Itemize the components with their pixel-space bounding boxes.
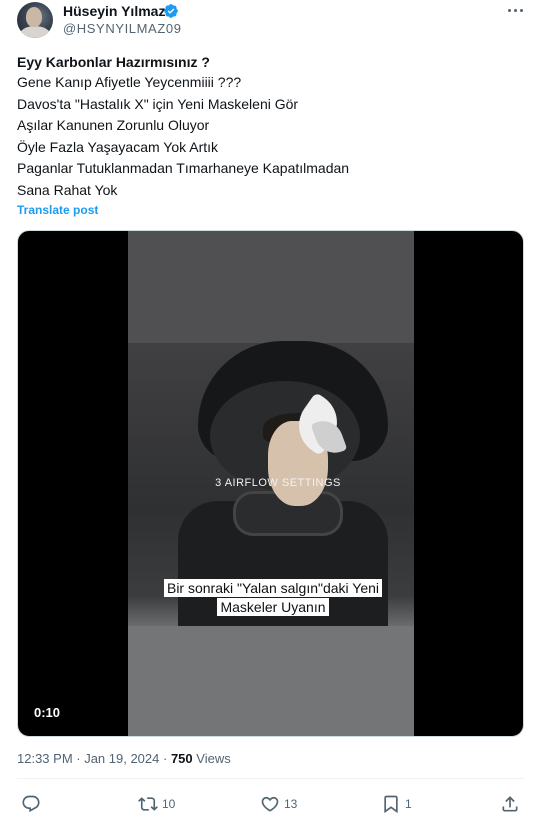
tweet-header: Hüseyin Yılmaz @HSYNYILMAZ09	[0, 0, 541, 44]
tweet-line: Öyle Fazla Yaşayacam Yok Artık	[17, 138, 219, 155]
video-caption: Bir sonraki "Yalan salgın"daki Yeni Mask…	[163, 579, 383, 617]
views-count: 750	[170, 751, 193, 766]
reply-button[interactable]	[21, 793, 45, 815]
like-button[interactable]: 13	[260, 793, 297, 815]
action-bar: 10 13 1	[0, 793, 541, 817]
heart-icon	[261, 796, 279, 812]
video-overlay-text: 3 AIRFLOW SETTINGS	[215, 477, 341, 489]
tweet-line: Gene Kanıp Afiyetle Yeycenmiiii ???	[17, 74, 242, 90]
bookmark-count: 1	[405, 797, 412, 811]
repost-button[interactable]: 10	[138, 793, 175, 815]
verified-badge-icon	[164, 4, 178, 18]
divider	[17, 778, 524, 779]
repost-icon	[138, 797, 158, 811]
tweet-meta: 12:33 PM · Jan 19, 2024 · 750 Views	[17, 751, 231, 766]
tweet-line: Sana Rahat Yok	[17, 181, 118, 198]
tweet-line: Paganlar Tutuklanmadan Tımarhaneye Kapat…	[17, 160, 350, 177]
views-label: Views	[196, 751, 231, 766]
video-caption-line: Maskeler Uyanın	[217, 598, 329, 616]
more-options-icon[interactable]	[505, 3, 525, 19]
repost-count: 10	[162, 797, 176, 811]
bookmark-icon	[384, 795, 398, 814]
tweet-timestamp[interactable]: 12:33 PM · Jan 19, 2024 ·	[17, 751, 167, 766]
tweet-text: Eyy Karbonlar Hazırmısınız ? Gene Kanıp …	[17, 52, 527, 202]
share-icon	[502, 796, 518, 812]
tweet-line: Aşılar Kanunen Zorunlu Oluyor	[17, 117, 210, 134]
like-count: 13	[284, 797, 298, 811]
reply-icon	[22, 795, 40, 813]
author-handle[interactable]: @HSYNYILMAZ09	[63, 21, 182, 37]
author-avatar[interactable]	[17, 2, 53, 38]
video-caption-line: Bir sonraki "Yalan salgın"daki Yeni	[163, 579, 383, 597]
video-frame: 3 AIRFLOW SETTINGS Bir sonraki "Yalan sa…	[128, 231, 414, 736]
video-duration-badge: 0:10	[28, 703, 67, 722]
author-name[interactable]: Hüseyin Yılmaz	[63, 3, 165, 20]
tweet-title: Eyy Karbonlar Hazırmısınız ?	[17, 54, 210, 70]
translate-post-link[interactable]: Translate post	[17, 203, 98, 217]
tweet-line: Davos'ta "Hastalık X" için Yeni Maskelen…	[17, 95, 299, 112]
video-player[interactable]: 3 AIRFLOW SETTINGS Bir sonraki "Yalan sa…	[17, 230, 524, 737]
bookmark-button[interactable]: 1	[381, 793, 412, 815]
share-button[interactable]	[500, 793, 520, 815]
